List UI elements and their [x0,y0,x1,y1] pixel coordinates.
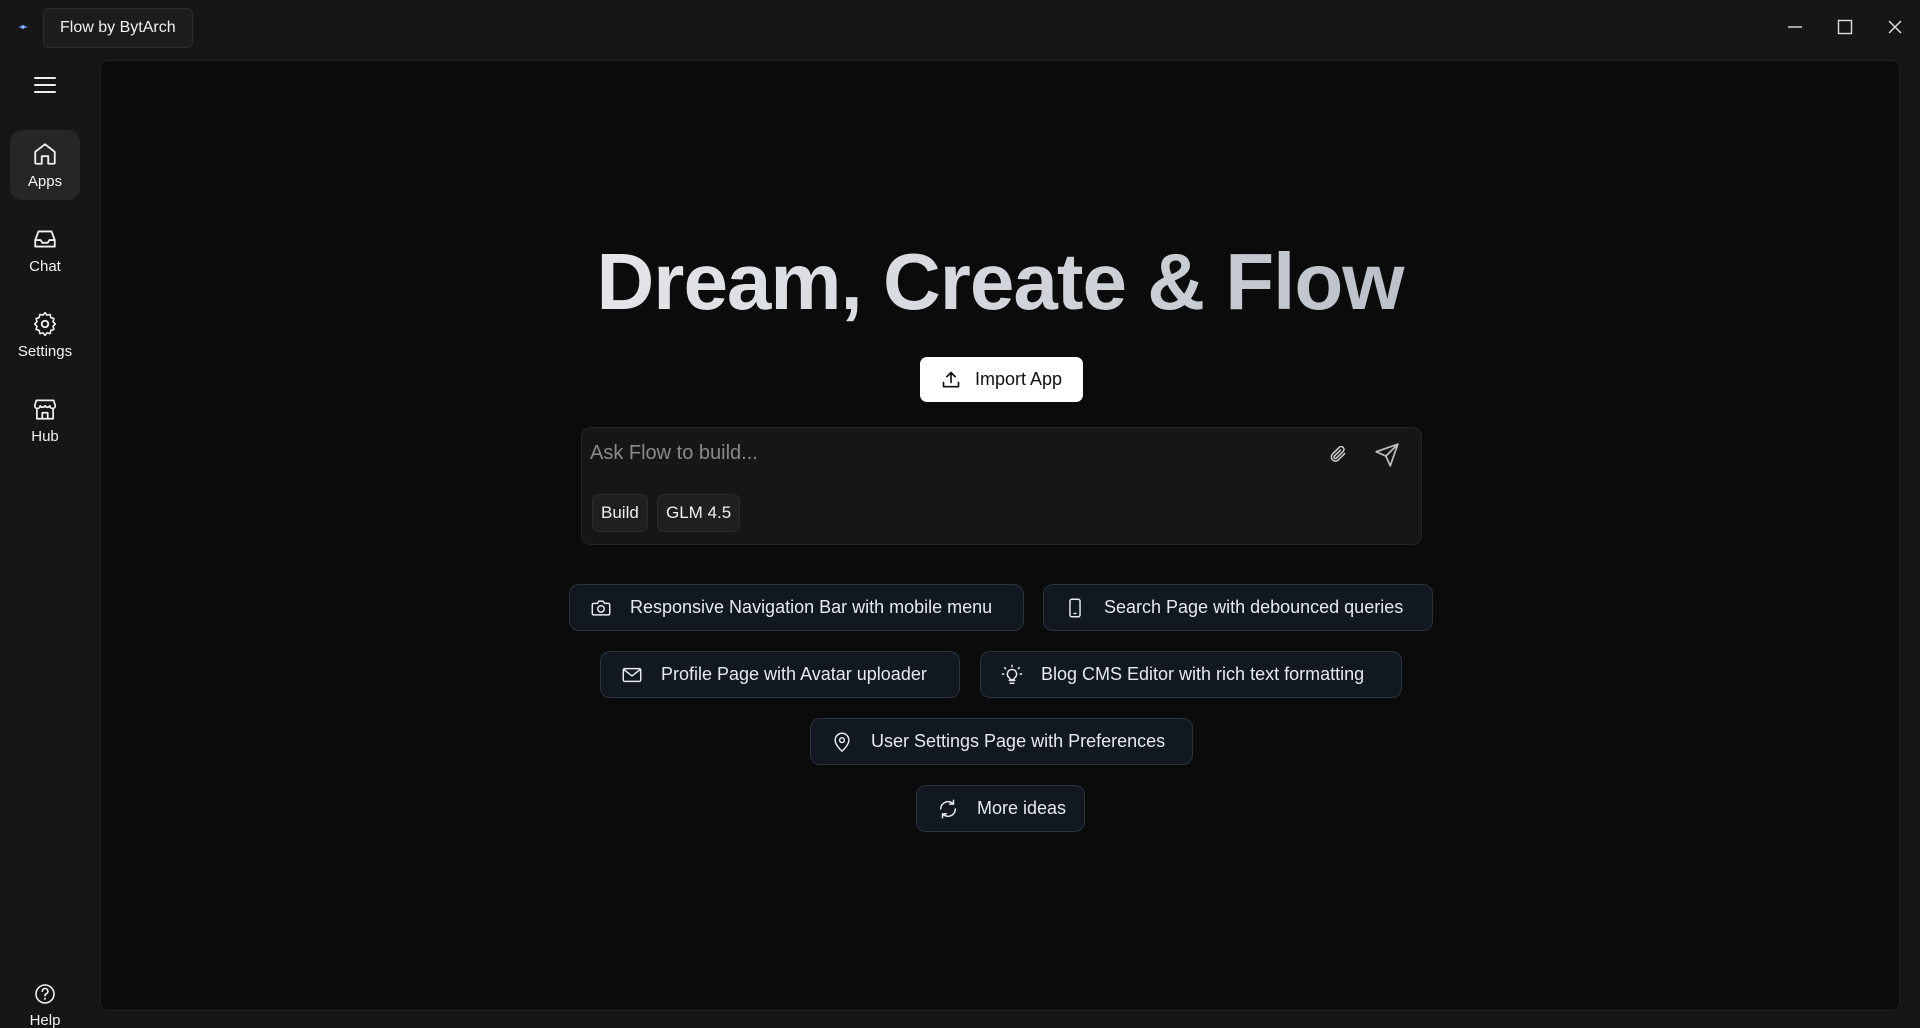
sidebar-item-label: Apps [27,172,63,190]
store-icon [33,398,57,420]
sidebar-item-label: Hub [31,427,59,445]
lightbulb-icon [1001,664,1023,684]
app-logo-icon [16,20,30,34]
hamburger-icon [34,77,56,93]
idea-chip[interactable]: User Settings Page with Preferences [810,718,1193,765]
paperclip-icon [1330,445,1346,462]
more-ideas-button[interactable]: More ideas [916,785,1085,832]
idea-chip[interactable]: Search Page with debounced queries [1043,584,1433,631]
mail-icon [622,667,642,682]
sidebar-item-label: Help [29,1011,61,1028]
idea-chip[interactable]: Responsive Navigation Bar with mobile me… [569,584,1024,631]
idea-label: Blog CMS Editor with rich text formattin… [1041,664,1365,684]
sidebar-item-hub[interactable]: Hub [10,385,80,455]
close-button[interactable] [1880,12,1910,42]
prompt-box: Build GLM 4.5 [581,427,1422,545]
idea-label: Profile Page with Avatar uploader [661,664,927,684]
idea-chip[interactable]: Blog CMS Editor with rich text formattin… [980,651,1402,698]
sidebar-item-label: Chat [29,257,61,275]
map-pin-icon [834,732,850,752]
maximize-button[interactable] [1830,12,1860,42]
title-bar: Flow by BytArch [0,0,1920,55]
smartphone-icon [1069,598,1081,617]
help-circle-icon [35,983,55,1004]
sidebar-item-label: Settings [17,342,73,360]
refresh-icon [939,799,957,818]
attach-button[interactable] [1324,440,1352,468]
sidebar-item-chat[interactable]: Chat [10,215,80,285]
idea-label: Search Page with debounced queries [1104,597,1404,617]
model-selector[interactable]: GLM 4.5 [657,494,741,532]
home-icon [34,142,56,165]
idea-label: User Settings Page with Preferences [871,731,1166,751]
minimize-icon [1788,26,1802,28]
prompt-input[interactable] [590,438,1290,468]
close-icon [1888,20,1902,34]
sidebar-item-apps[interactable]: Apps [10,130,80,200]
page-title: Dream, Create & Flow [101,236,1899,328]
mode-selector[interactable]: Build [592,494,648,532]
upload-icon [942,371,960,387]
idea-label: Responsive Navigation Bar with mobile me… [630,597,993,617]
idea-label: More ideas [977,798,1067,818]
minimize-button[interactable] [1780,12,1810,42]
main-panel: Dream, Create & Flow Import App Build GL… [100,60,1900,1011]
import-app-label: Import App [974,369,1063,389]
import-app-button[interactable]: Import App [920,357,1083,402]
gear-icon [33,311,57,336]
idea-chip[interactable]: Profile Page with Avatar uploader [600,651,960,698]
send-icon [1375,443,1399,467]
sidebar: Apps Chat Settings Hub Help [0,55,100,1028]
menu-button[interactable] [30,70,60,100]
sidebar-item-help[interactable]: Help [10,970,80,1028]
maximize-icon [1837,19,1853,35]
send-button[interactable] [1372,440,1402,470]
sidebar-item-settings[interactable]: Settings [10,300,80,370]
app-title: Flow by BytArch [43,8,193,48]
camera-icon [591,599,611,616]
inbox-icon [34,229,56,248]
